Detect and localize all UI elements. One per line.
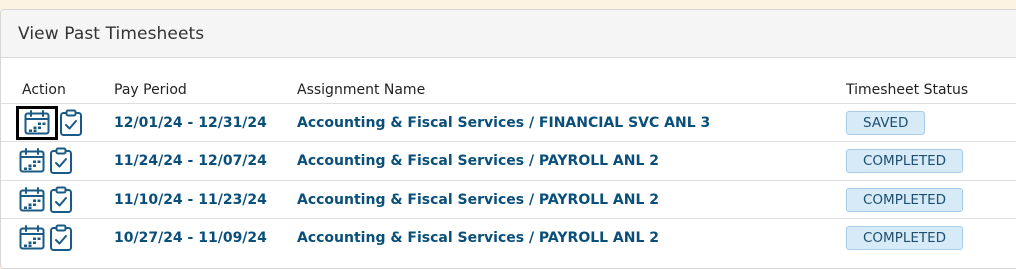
table-row: 11/10/24 - 11/23/24 Accounting & Fiscal … <box>1 180 1016 218</box>
panel-title: View Past Timesheets <box>18 23 205 44</box>
clipboard-check-icon <box>50 186 72 213</box>
pay-period-cell: 12/01/24 - 12/31/24 <box>114 104 267 141</box>
pay-period-link[interactable]: 11/10/24 - 11/23/24 <box>114 192 267 208</box>
table-header-row: Action Pay Period Assignment Name Timesh… <box>1 82 1016 104</box>
submit-timesheet-button[interactable] <box>48 145 74 177</box>
status-badge: COMPLETED <box>846 225 964 250</box>
action-cell <box>16 219 74 256</box>
table-row: 10/27/24 - 11/09/24 Accounting & Fiscal … <box>1 218 1016 256</box>
submit-timesheet-button[interactable] <box>58 107 84 139</box>
header-timesheet-status: Timesheet Status <box>846 82 969 98</box>
pay-period-cell: 11/24/24 - 12/07/24 <box>114 142 267 179</box>
status-badge: COMPLETED <box>846 187 964 212</box>
view-timesheet-button[interactable] <box>16 184 48 216</box>
assignment-cell: Accounting & Fiscal Services / PAYROLL A… <box>297 219 659 256</box>
table-row: 11/24/24 - 12/07/24 Accounting & Fiscal … <box>1 141 1016 179</box>
header-assignment-name: Assignment Name <box>297 82 426 98</box>
status-cell: SAVED <box>846 104 926 141</box>
pay-period-cell: 10/27/24 - 11/09/24 <box>114 219 267 256</box>
calendar-icon <box>19 147 45 172</box>
assignment-link[interactable]: Accounting & Fiscal Services / FINANCIAL… <box>297 115 710 131</box>
calendar-icon <box>24 109 50 134</box>
pay-period-link[interactable]: 11/24/24 - 12/07/24 <box>114 153 267 169</box>
view-timesheet-button[interactable] <box>16 145 48 177</box>
table-row: 12/01/24 - 12/31/24 Accounting & Fiscal … <box>1 103 1016 141</box>
status-cell: COMPLETED <box>846 181 964 218</box>
status-badge: SAVED <box>846 110 926 135</box>
assignment-link[interactable]: Accounting & Fiscal Services / PAYROLL A… <box>297 153 659 169</box>
action-cell <box>16 104 84 141</box>
pay-period-cell: 11/10/24 - 11/23/24 <box>114 181 267 218</box>
clipboard-check-icon <box>50 147 72 174</box>
view-timesheet-button[interactable] <box>16 222 48 254</box>
status-cell: COMPLETED <box>846 219 964 256</box>
submit-timesheet-button[interactable] <box>48 184 74 216</box>
header-action: Action <box>22 82 66 98</box>
status-badge: COMPLETED <box>846 148 964 173</box>
submit-timesheet-button[interactable] <box>48 222 74 254</box>
action-cell <box>16 181 74 218</box>
assignment-link[interactable]: Accounting & Fiscal Services / PAYROLL A… <box>297 192 659 208</box>
assignment-cell: Accounting & Fiscal Services / FINANCIAL… <box>297 104 710 141</box>
pay-period-link[interactable]: 10/27/24 - 11/09/24 <box>114 230 267 246</box>
panel-header: View Past Timesheets <box>1 10 1016 58</box>
calendar-icon <box>19 224 45 249</box>
clipboard-check-icon <box>50 224 72 251</box>
past-timesheets-panel: View Past Timesheets Action Pay Period A… <box>0 9 1016 269</box>
action-cell <box>16 142 74 179</box>
view-timesheet-button[interactable] <box>16 105 58 140</box>
calendar-icon <box>19 186 45 211</box>
status-cell: COMPLETED <box>846 142 964 179</box>
clipboard-check-icon <box>60 109 82 136</box>
assignment-cell: Accounting & Fiscal Services / PAYROLL A… <box>297 181 659 218</box>
header-pay-period: Pay Period <box>114 82 187 98</box>
assignment-link[interactable]: Accounting & Fiscal Services / PAYROLL A… <box>297 230 659 246</box>
pay-period-link[interactable]: 12/01/24 - 12/31/24 <box>114 115 267 131</box>
assignment-cell: Accounting & Fiscal Services / PAYROLL A… <box>297 142 659 179</box>
